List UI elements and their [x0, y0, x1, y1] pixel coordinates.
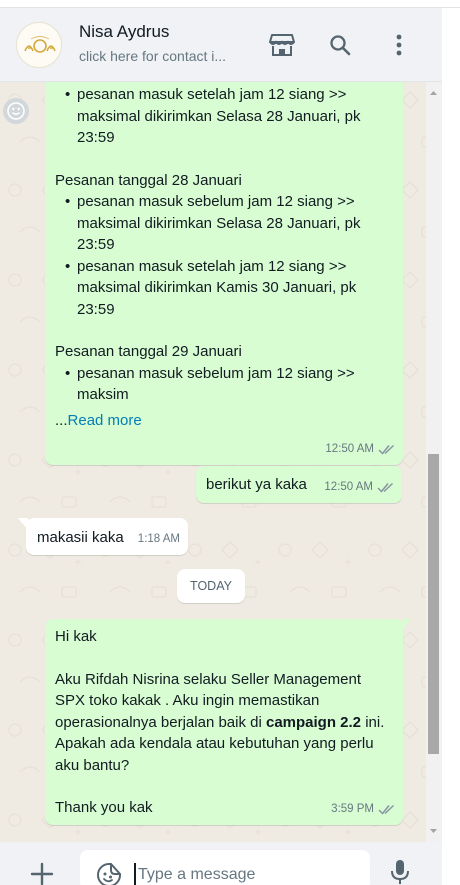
bubble-tail [401, 619, 411, 631]
outgoing-message[interactable]: • pesanan masuk setelah jam 12 siang >> m… [45, 82, 403, 465]
message-time: 12:50 AM [325, 442, 374, 455]
bubble-tail [18, 518, 28, 530]
outgoing-message[interactable]: berikut ya kaka 12:50 AM [196, 466, 402, 503]
avatar-logo-icon [17, 23, 61, 67]
scroll-up-arrow-icon[interactable] [428, 88, 439, 98]
ellipsis: ... [55, 411, 68, 429]
chat-header[interactable]: Nisa Aydrus click here for contact i... [0, 8, 442, 82]
scrollbar-thumb[interactable] [428, 454, 439, 754]
window-right-margin [442, 8, 460, 885]
message-bold-text: campaign 2.2 [265, 713, 362, 731]
double-check-icon [378, 444, 395, 455]
message-time: 3:59 PM [331, 802, 374, 815]
section-title: Pesanan tanggal 28 Januari [55, 171, 242, 189]
microphone-icon[interactable] [388, 858, 412, 885]
scroll-down-arrow-icon[interactable] [428, 826, 439, 836]
contact-info-hint[interactable]: click here for contact i... [79, 48, 226, 64]
message-composer: Type a message [0, 842, 442, 885]
attach-plus-icon[interactable] [28, 860, 56, 885]
list-item: • pesanan masuk setelah jam 12 siang >> m… [65, 84, 394, 149]
list-item: • pesanan masuk sebelum jam 12 siang >> m… [65, 363, 394, 406]
list-item-text: pesanan masuk setelah jam 12 siang >> ma… [77, 86, 361, 146]
message-text: makasii kaka [37, 529, 124, 546]
message-meta: 3:59 PM [331, 799, 395, 821]
section-title: Pesanan tanggal 29 Januari [55, 343, 242, 360]
list-item: • pesanan masuk sebelum jam 12 siang >> m… [65, 191, 394, 256]
incoming-message[interactable]: makasii kaka 1:18 AM [18, 518, 188, 555]
message-text: berikut ya kaka [206, 476, 307, 493]
day-divider: TODAY [177, 569, 245, 603]
message-input[interactable]: Type a message [80, 850, 370, 885]
chat-window: Nisa Aydrus click here for contact i... [0, 8, 442, 885]
message-meta: 12:50 AM [324, 477, 394, 499]
more-vert-icon[interactable] [384, 30, 414, 60]
avatar[interactable] [16, 22, 62, 68]
message-body: Aku Rifdah Nisrina selaku Seller Managem… [55, 669, 394, 777]
window-top-edge [0, 0, 460, 8]
message-meta: 1:18 AM [138, 529, 180, 551]
search-icon[interactable] [325, 30, 355, 60]
emoji-sticker-icon[interactable] [96, 862, 122, 885]
shop-icon[interactable] [267, 30, 297, 60]
double-check-icon [378, 804, 395, 815]
outgoing-message[interactable]: Hi kak Aku Rifdah Nisrina selaku Seller … [45, 619, 411, 825]
message-list[interactable]: • pesanan masuk setelah jam 12 siang >> m… [0, 82, 442, 850]
message-meta: 12:50 AM [325, 439, 395, 461]
message-input-placeholder[interactable]: Type a message [138, 866, 255, 884]
list-item-text: pesanan masuk sebelum jam 12 siang >> ma… [77, 364, 355, 404]
contact-name[interactable]: Nisa Aydrus [79, 22, 169, 42]
list-item: • pesanan masuk setelah jam 12 siang >> m… [65, 256, 394, 321]
list-item-text: pesanan masuk setelah jam 12 siang >> ma… [77, 257, 357, 318]
double-check-icon [377, 482, 394, 493]
text-cursor [134, 863, 136, 885]
reaction-emoji-icon[interactable] [3, 98, 29, 124]
read-more-link[interactable]: Read more [68, 412, 142, 429]
message-time: 1:18 AM [137, 532, 180, 545]
message-time: 12:50 AM [324, 480, 373, 493]
list-item-text: pesanan masuk sebelum jam 12 siang >> ma… [77, 193, 361, 253]
message-greeting: Hi kak [55, 628, 97, 645]
